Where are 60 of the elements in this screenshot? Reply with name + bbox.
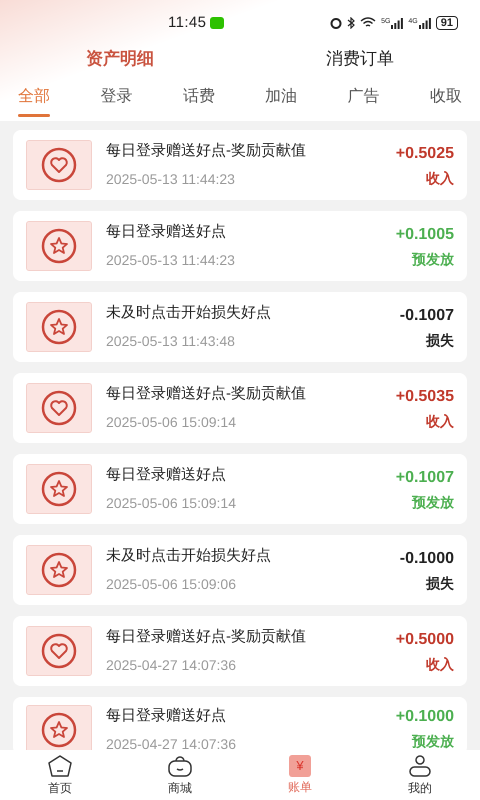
- record-card[interactable]: 每日登录赠送好点-奖励贡献值 2025-05-06 15:09:14 +0.5035 收入: [13, 373, 467, 443]
- record-time: 2025-05-06 15:09:14: [106, 494, 236, 513]
- shopping-bag-icon: [167, 754, 193, 778]
- signal-icon: [418, 18, 431, 28]
- record-amount: -0.1007: [400, 306, 454, 326]
- record-card[interactable]: 每日登录赠送好点 2025-04-27 14:07:36 +0.1000 预发放: [13, 697, 467, 750]
- status-time: 11:45: [168, 12, 206, 33]
- record-title: 每日登录赠送好点: [106, 222, 227, 242]
- record-status: 收入: [426, 168, 454, 188]
- record-status: 收入: [426, 412, 454, 430]
- category-tab[interactable]: 登录: [100, 85, 132, 117]
- record-time: 2025-05-13 11:44:23: [106, 170, 236, 189]
- record-title: 未及时点击开始损失好点: [106, 303, 271, 324]
- category-tab[interactable]: 加油: [265, 85, 298, 117]
- record-card[interactable]: 未及时点击开始损失好点 2025-05-13 11:43:48 -0.1007 损失: [13, 292, 467, 362]
- bill-icon: ¥: [289, 754, 311, 776]
- record-time: 2025-05-06 15:09:06: [106, 574, 237, 594]
- record-status: 预发放: [412, 492, 454, 512]
- record-amount: +0.1005: [396, 224, 454, 244]
- record-time: 2025-05-13 11:44:23: [106, 250, 235, 270]
- category-tab[interactable]: 话费: [182, 85, 215, 117]
- category-tab[interactable]: 收取: [430, 85, 462, 117]
- record-card[interactable]: 每日登录赠送好点 2025-05-13 11:44:23 +0.1005 预发放: [13, 211, 467, 281]
- nav-tab[interactable]: 我的: [360, 750, 480, 800]
- category-tab[interactable]: 广告: [348, 85, 380, 117]
- record-amount: +0.5025: [396, 144, 454, 164]
- record-card[interactable]: 未及时点击开始损失好点 2025-05-06 15:09:06 -0.1000 损失: [13, 535, 467, 605]
- record-status: 预发放: [412, 732, 454, 750]
- record-card[interactable]: 每日登录赠送好点-奖励贡献值 2025-05-13 11:44:23 +0.5025 收入: [13, 130, 467, 200]
- bluetooth-icon: [347, 17, 356, 29]
- main-tab[interactable]: 消费订单: [240, 46, 480, 76]
- record-title: 每日登录赠送好点: [106, 706, 227, 726]
- record-title: 每日登录赠送好点-奖励贡献值: [106, 384, 306, 404]
- record-status: 收入: [426, 654, 454, 674]
- record-amount: +0.1007: [396, 468, 454, 488]
- person-icon: [407, 754, 433, 778]
- record-amount: -0.1000: [400, 548, 454, 568]
- record-title: 每日登录赠送好点: [106, 465, 227, 486]
- battery-indicator: 91: [436, 16, 458, 30]
- nav-tab[interactable]: 商城: [120, 750, 240, 800]
- record-title: 每日登录赠送好点-奖励贡献值: [106, 141, 306, 162]
- record-title: 每日登录赠送好点-奖励贡献值: [106, 627, 306, 648]
- record-card[interactable]: 每日登录赠送好点-奖励贡献值 2025-04-27 14:07:36 +0.5000 收入: [13, 616, 467, 686]
- wifi-icon: [360, 17, 376, 29]
- record-status: 损失: [426, 330, 454, 350]
- record-time: 2025-05-13 11:43:48: [106, 332, 236, 351]
- nav-tab[interactable]: 首页: [0, 750, 120, 800]
- record-amount: +0.1000: [396, 707, 454, 727]
- record-time: 2025-04-27 14:07:36: [106, 734, 236, 750]
- home-icon: [47, 754, 73, 778]
- record-amount: +0.5035: [396, 386, 454, 406]
- record-status: 损失: [426, 574, 454, 592]
- main-tab[interactable]: 资产明细: [0, 46, 240, 76]
- record-time: 2025-04-27 14:07:36: [106, 656, 237, 675]
- signal-icon: [391, 18, 404, 28]
- record-status: 预发放: [412, 250, 454, 268]
- record-card[interactable]: 每日登录赠送好点 2025-05-06 15:09:14 +0.1007 预发放: [13, 454, 467, 524]
- record-time: 2025-05-06 15:09:14: [106, 412, 237, 432]
- record-amount: +0.5000: [396, 630, 454, 650]
- record-title: 未及时点击开始损失好点: [106, 546, 271, 566]
